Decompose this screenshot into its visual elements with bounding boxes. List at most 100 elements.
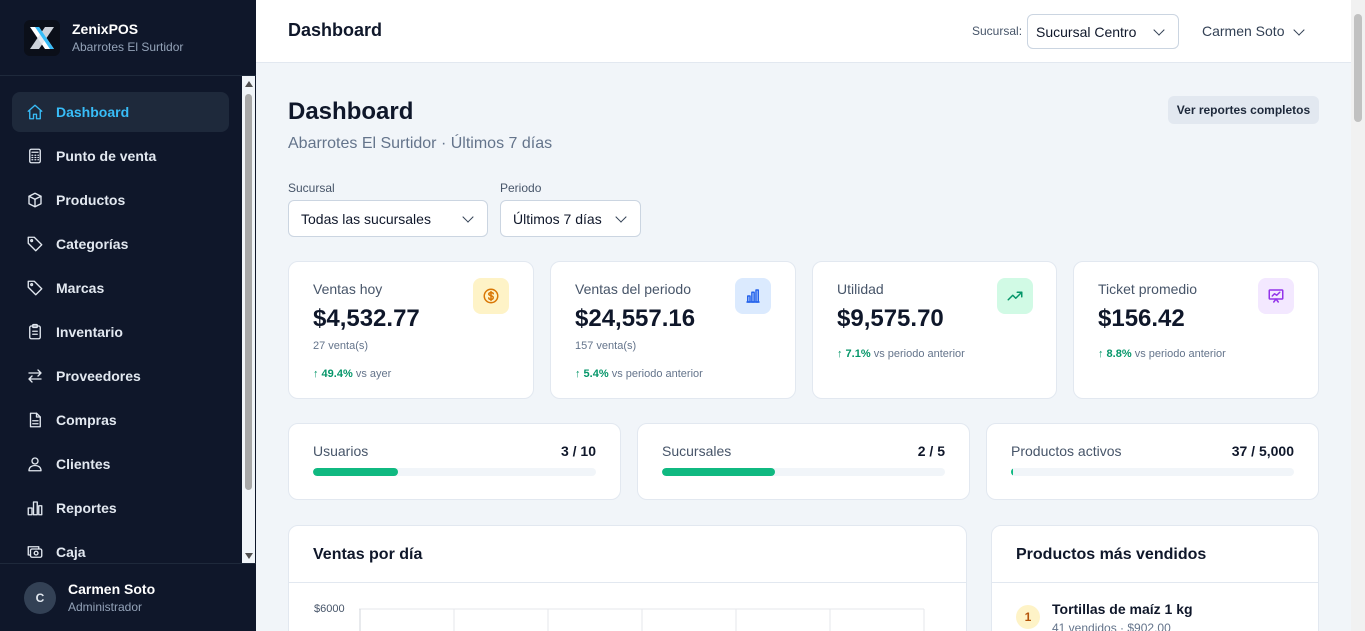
tag-icon	[26, 279, 44, 297]
period-filter-select[interactable]: Últimos 7 días	[500, 200, 641, 237]
kpi-trend: ↑ 5.4% vs periodo anterior	[575, 368, 703, 380]
dollar-icon	[483, 288, 499, 304]
sidebar-item-productos[interactable]: Productos	[12, 180, 229, 220]
usage-count: 3 / 10	[560, 443, 596, 459]
kpi-card-ventas-hoy: Ventas hoy $4,532.77 27 venta(s) ↑ 49.4%…	[288, 261, 534, 399]
full-reports-button[interactable]: Ver reportes completos	[1168, 96, 1319, 124]
period-filter-label: Periodo	[500, 181, 542, 195]
sidebar-item-proveedores[interactable]: Proveedores	[12, 356, 229, 396]
window-scroll-thumb[interactable]	[1354, 14, 1362, 122]
sidebar-item-punto-de-venta[interactable]: Punto de venta	[12, 136, 229, 176]
sidebar-item-label: Dashboard	[56, 104, 130, 120]
user-menu-name: Carmen Soto	[1202, 23, 1285, 39]
trending-up-icon	[1007, 291, 1023, 301]
kpi-trend: ↑ 7.1% vs periodo anterior	[837, 348, 965, 360]
sidebar-item-label: Productos	[56, 192, 126, 208]
kpi-trend-value: ↑ 8.8%	[1098, 348, 1132, 360]
sidebar-item-categorias[interactable]: Categorías	[12, 224, 229, 264]
sidebar-item-marcas[interactable]: Marcas	[12, 268, 229, 308]
kpi-note: 27 venta(s)	[313, 340, 369, 352]
usage-progress-fill	[1011, 468, 1014, 476]
kpi-value: $9,575.70	[837, 305, 944, 332]
page-title: Dashboard	[288, 20, 383, 40]
product-meta: 41 vendidos · $902.00	[1052, 621, 1171, 631]
sidebar-scroll-thumb[interactable]	[245, 94, 252, 490]
presentation-icon	[1268, 289, 1284, 303]
sidebar-item-dashboard[interactable]: Dashboard	[12, 92, 229, 132]
kpi-label: Ticket promedio	[1098, 281, 1198, 297]
chevron-down-icon	[1153, 24, 1165, 36]
cash-icon	[26, 543, 44, 561]
brand-name: ZenixPOS	[72, 21, 139, 37]
sidebar-user-role: Administrador	[68, 600, 143, 614]
product-name[interactable]: Tortillas de maíz 1 kg	[1052, 601, 1193, 617]
usage-progress-fill	[313, 468, 398, 476]
product-rank-badge: 1	[1016, 605, 1040, 629]
brand-logo	[24, 19, 60, 56]
kpi-trend-value: ↑ 7.1%	[837, 348, 871, 360]
kpi-card-ticket-promedio: Ticket promedio $156.42 ↑ 8.8% vs period…	[1073, 261, 1319, 399]
sidebar-scrollbar[interactable]	[242, 76, 255, 563]
period-filter-value: Últimos 7 días	[513, 210, 602, 227]
box-icon	[26, 191, 44, 209]
window-scrollbar[interactable]	[1351, 0, 1365, 631]
sidebar-item-clientes[interactable]: Clientes	[12, 444, 229, 484]
branch-select-value: Sucursal Centro	[1036, 23, 1137, 40]
branch-select[interactable]: Sucursal Centro	[1027, 14, 1179, 49]
usage-card-sucursales: Sucursales 2 / 5	[637, 423, 970, 500]
branch-filter-label: Sucursal	[288, 181, 335, 195]
sidebar-item-label: Marcas	[56, 280, 105, 296]
sidebar-user[interactable]: C Carmen Soto Administrador	[0, 563, 256, 631]
sidebar-item-label: Caja	[56, 544, 86, 560]
usage-count: 37 / 5,000	[1231, 443, 1294, 459]
scroll-up-arrow-icon[interactable]	[245, 81, 253, 87]
usage-card-productos-activos: Productos activos 37 / 5,000	[986, 423, 1319, 500]
sidebar-user-name: Carmen Soto	[68, 581, 156, 597]
avatar: C	[24, 581, 56, 614]
kpi-trend-text: vs periodo anterior	[611, 368, 703, 380]
dashboard-heading: Dashboard	[288, 98, 414, 125]
usage-progress-track	[662, 468, 945, 476]
kpi-label: Ventas hoy	[313, 281, 383, 297]
chevron-down-icon	[615, 211, 627, 223]
usage-progress-fill	[662, 468, 776, 476]
sidebar-item-label: Reportes	[56, 500, 117, 516]
user-menu[interactable]: Carmen Soto	[1202, 23, 1305, 39]
kpi-icon-box	[735, 278, 771, 314]
document-icon	[26, 411, 44, 429]
sidebar-item-compras[interactable]: Compras	[12, 400, 229, 440]
kpi-icon-box	[1258, 278, 1294, 314]
panel-divider	[992, 582, 1318, 583]
sidebar-item-label: Proveedores	[56, 368, 141, 384]
kpi-value: $4,532.77	[313, 305, 420, 332]
usage-count: 2 / 5	[917, 443, 945, 459]
usage-label: Usuarios	[313, 443, 369, 459]
usage-progress-track	[1011, 468, 1294, 476]
branch-label: Sucursal:	[972, 24, 1023, 38]
scroll-down-arrow-icon[interactable]	[245, 553, 253, 559]
sales-by-day-panel: Ventas por día $6000	[288, 525, 967, 631]
sidebar-item-label: Inventario	[56, 324, 123, 340]
home-icon	[26, 103, 44, 121]
brand-header: ZenixPOS Abarrotes El Surtidor	[0, 0, 256, 76]
panel-divider	[289, 582, 966, 583]
sidebar-item-inventario[interactable]: Inventario	[12, 312, 229, 352]
bar-chart-icon	[26, 499, 44, 517]
kpi-label: Utilidad	[837, 281, 884, 297]
sidebar-item-label: Punto de venta	[56, 148, 157, 164]
sales-chart-grid	[359, 608, 925, 631]
kpi-label: Ventas del periodo	[575, 281, 691, 297]
branch-filter-select[interactable]: Todas las sucursales	[288, 200, 488, 237]
sidebar-nav: Dashboard Punto de venta Productos Categ…	[0, 76, 256, 563]
calculator-icon	[26, 147, 44, 165]
sidebar-item-caja[interactable]: Caja	[12, 532, 229, 563]
kpi-trend-text: vs periodo anterior	[1134, 348, 1226, 360]
sidebar-item-reportes[interactable]: Reportes	[12, 488, 229, 528]
usage-label: Sucursales	[662, 443, 732, 459]
bar-chart-icon	[746, 289, 760, 303]
top-products-panel: Productos más vendidos 1 Tortillas de ma…	[991, 525, 1319, 631]
kpi-icon-box	[473, 278, 509, 314]
top-products-title: Productos más vendidos	[1016, 546, 1207, 563]
sidebar-item-label: Clientes	[56, 456, 111, 472]
kpi-value: $156.42	[1098, 305, 1185, 332]
